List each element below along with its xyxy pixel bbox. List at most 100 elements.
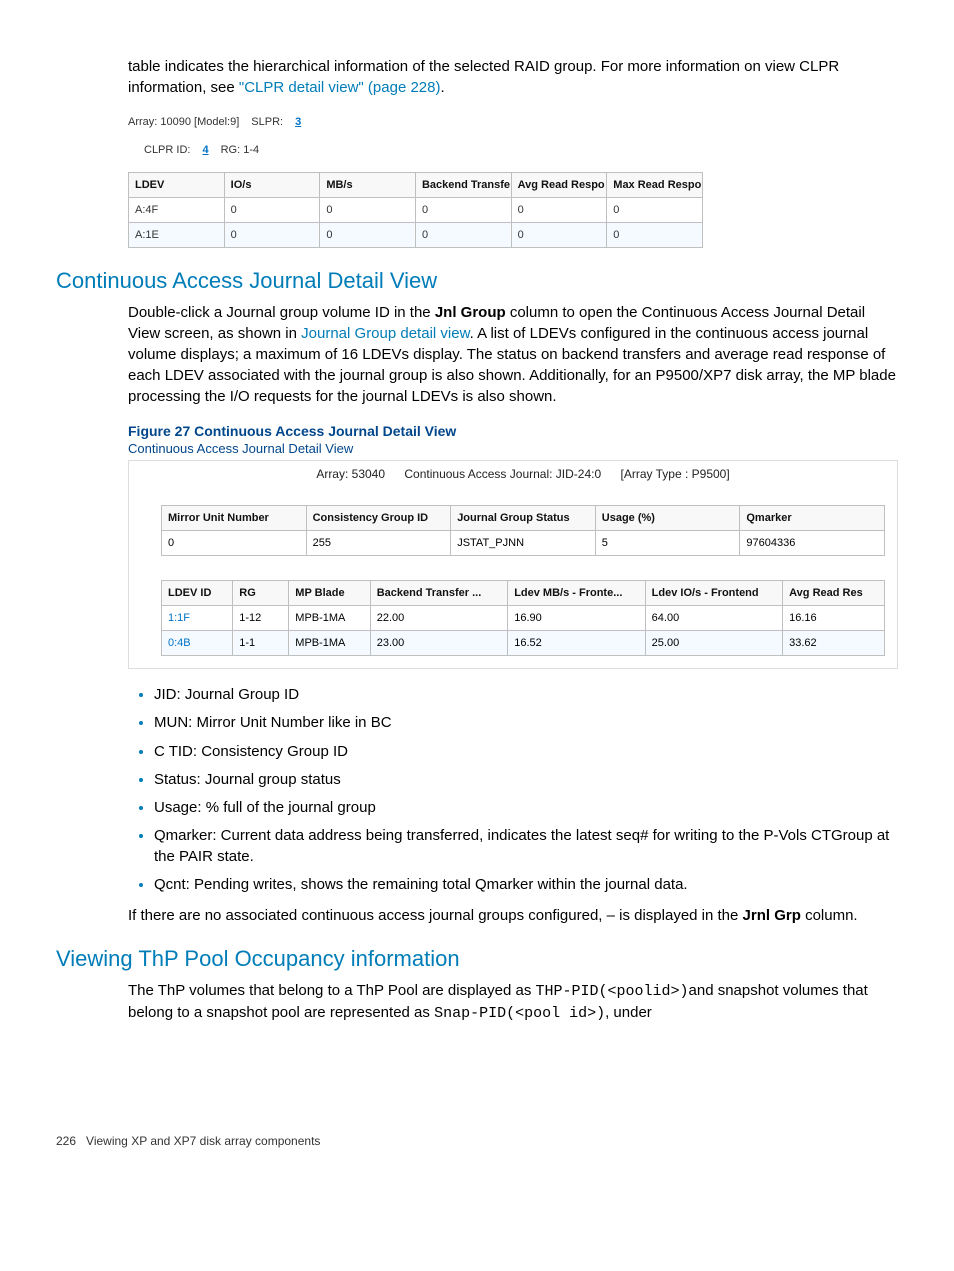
intro-text-after: . — [440, 79, 444, 96]
table-cell: 0 — [607, 198, 703, 223]
post-bullets-after: column. — [801, 907, 858, 924]
figure-27-caption: Figure 27 Continuous Access Journal Deta… — [128, 423, 898, 439]
table-cell: 0 — [224, 198, 320, 223]
table-cell: 33.62 — [783, 631, 885, 656]
clpr-id-label: CLPR ID: — [144, 144, 190, 156]
table-row: A:4F00000 — [129, 198, 703, 223]
sum-col-cgid: Consistency Group ID — [306, 506, 451, 531]
table-cell: 64.00 — [645, 606, 782, 631]
cajd-heading: Continuous Access Journal Detail View — [56, 268, 898, 294]
cajd-panel: Array: 53040 Continuous Access Journal: … — [128, 460, 898, 669]
cajd-paragraph: Double-click a Journal group volume ID i… — [128, 302, 898, 926]
list-item: C TID: Consistency Group ID — [154, 742, 898, 762]
table-cell: 25.00 — [645, 631, 782, 656]
sum-col-status: Journal Group Status — [451, 506, 596, 531]
table-cell: 1-1 — [233, 631, 289, 656]
post-bullets-before: If there are no associated continuous ac… — [128, 907, 743, 924]
sum-cell: 255 — [306, 531, 451, 556]
jrnl-grp-bold: Jrnl Grp — [743, 907, 801, 924]
ldev-table: LDEV IO/s MB/s Backend Transfe Avg Read … — [128, 172, 703, 248]
table-row: A:1E00000 — [129, 223, 703, 248]
table-cell: 16.16 — [783, 606, 885, 631]
detail-col-header: MP Blade — [289, 581, 370, 606]
detail-col-header: Ldev IO/s - Frontend — [645, 581, 782, 606]
post-bullets-paragraph: If there are no associated continuous ac… — [128, 905, 898, 926]
cajd-header-line: Array: 53040 Continuous Access Journal: … — [161, 461, 885, 505]
page-number: 226 — [56, 1134, 76, 1148]
sum-row: 0 255 JSTAT_PJNN 5 97604336 — [162, 531, 885, 556]
table-cell: 0 — [320, 198, 416, 223]
table-row: 0:4B1-1MPB-1MA23.0016.5225.0033.62 — [162, 631, 885, 656]
clpr-link[interactable]: 4 — [202, 144, 208, 156]
table-cell: 0:4B — [162, 631, 233, 656]
table-cell: 0 — [224, 223, 320, 248]
thp-mono1: THP-PID(<poolid>) — [535, 983, 688, 1000]
cajd-detail-table: LDEV IDRGMP BladeBackend Transfer ...Lde… — [161, 580, 885, 656]
table-cell: 1-12 — [233, 606, 289, 631]
table-cell: 0 — [511, 223, 607, 248]
breadcrumb-row-1: Array: 10090 [Model:9] SLPR: 3 — [128, 116, 898, 128]
array-model-label: Array: 10090 [Model:9] — [128, 116, 239, 128]
sum-col-qmarker: Qmarker — [740, 506, 885, 531]
list-item: Qmarker: Current data address being tran… — [154, 826, 898, 867]
cajd-array-label: Array: 53040 — [316, 467, 385, 481]
ldev-col-ldev: LDEV — [129, 173, 225, 198]
cajd-p-before: Double-click a Journal group volume ID i… — [128, 304, 435, 321]
cajd-fig-title: Continuous Access Journal Detail View — [128, 441, 898, 456]
sum-cell: 0 — [162, 531, 307, 556]
thp-before-mono1: The ThP volumes that belong to a ThP Poo… — [128, 982, 535, 999]
thp-after: , under — [605, 1004, 652, 1021]
clpr-detail-link[interactable]: "CLPR detail view" (page 228) — [239, 79, 441, 96]
intro-text-before: table indicates the hierarchical informa… — [128, 58, 839, 96]
list-item: MUN: Mirror Unit Number like in BC — [154, 713, 898, 733]
detail-col-header: Avg Read Res — [783, 581, 885, 606]
table-cell: 16.52 — [508, 631, 645, 656]
slpr-link[interactable]: 3 — [295, 116, 301, 128]
table-cell: 23.00 — [370, 631, 507, 656]
detail-col-header: Backend Transfer ... — [370, 581, 507, 606]
intro-paragraph: table indicates the hierarchical informa… — [128, 56, 898, 98]
table-cell: MPB-1MA — [289, 631, 370, 656]
ldev-col-mbs: MB/s — [320, 173, 416, 198]
ldev-col-ios: IO/s — [224, 173, 320, 198]
ldev-table-wrap: LDEV IO/s MB/s Backend Transfe Avg Read … — [128, 172, 703, 248]
footer-title: Viewing XP and XP7 disk array components — [86, 1134, 320, 1148]
thp-mono2: Snap-PID(<pool id>) — [434, 1005, 605, 1022]
cajd-summary-table: Mirror Unit Number Consistency Group ID … — [161, 505, 885, 556]
table-cell: A:1E — [129, 223, 225, 248]
list-item: Usage: % full of the journal group — [154, 798, 898, 818]
table-cell: 0 — [320, 223, 416, 248]
table-cell: 16.90 — [508, 606, 645, 631]
table-row: 1:1F1-12MPB-1MA22.0016.9064.0016.16 — [162, 606, 885, 631]
list-item: Qcnt: Pending writes, shows the remainin… — [154, 875, 898, 895]
detail-col-header: LDEV ID — [162, 581, 233, 606]
table-cell: 1:1F — [162, 606, 233, 631]
ldev-col-backend: Backend Transfe — [415, 173, 511, 198]
table-cell: MPB-1MA — [289, 606, 370, 631]
sum-cell: JSTAT_PJNN — [451, 531, 596, 556]
table-cell: 0 — [511, 198, 607, 223]
list-item: Status: Journal group status — [154, 770, 898, 790]
detail-col-header: RG — [233, 581, 289, 606]
definition-list: JID: Journal Group ID MUN: Mirror Unit Nu… — [128, 685, 898, 895]
thp-paragraph: The ThP volumes that belong to a ThP Poo… — [128, 980, 898, 1024]
figure-27: Continuous Access Journal Detail View Ar… — [128, 441, 898, 669]
table-cell: 22.00 — [370, 606, 507, 631]
ldev-col-avgread: Avg Read Respo — [511, 173, 607, 198]
ldev-table-header-row: LDEV IO/s MB/s Backend Transfe Avg Read … — [129, 173, 703, 198]
detail-col-header: Ldev MB/s - Fronte... — [508, 581, 645, 606]
breadcrumb-figure: Array: 10090 [Model:9] SLPR: 3 CLPR ID: … — [128, 116, 898, 248]
list-item: JID: Journal Group ID — [154, 685, 898, 705]
breadcrumb-row-2: CLPR ID: 4 RG: 1-4 — [144, 144, 898, 156]
thp-heading: Viewing ThP Pool Occupancy information — [56, 946, 898, 972]
rg-label: RG: 1-4 — [221, 144, 260, 156]
jnl-group-bold: Jnl Group — [435, 304, 506, 321]
page: table indicates the hierarchical informa… — [0, 0, 954, 1188]
cajd-type-label: [Array Type : P9500] — [621, 467, 730, 481]
journal-group-detail-link[interactable]: Journal Group detail view — [301, 325, 469, 342]
ldev-col-maxread: Max Read Respo — [607, 173, 703, 198]
table-cell: 0 — [607, 223, 703, 248]
table-cell: 0 — [415, 198, 511, 223]
sum-cell: 97604336 — [740, 531, 885, 556]
table-cell: 0 — [415, 223, 511, 248]
